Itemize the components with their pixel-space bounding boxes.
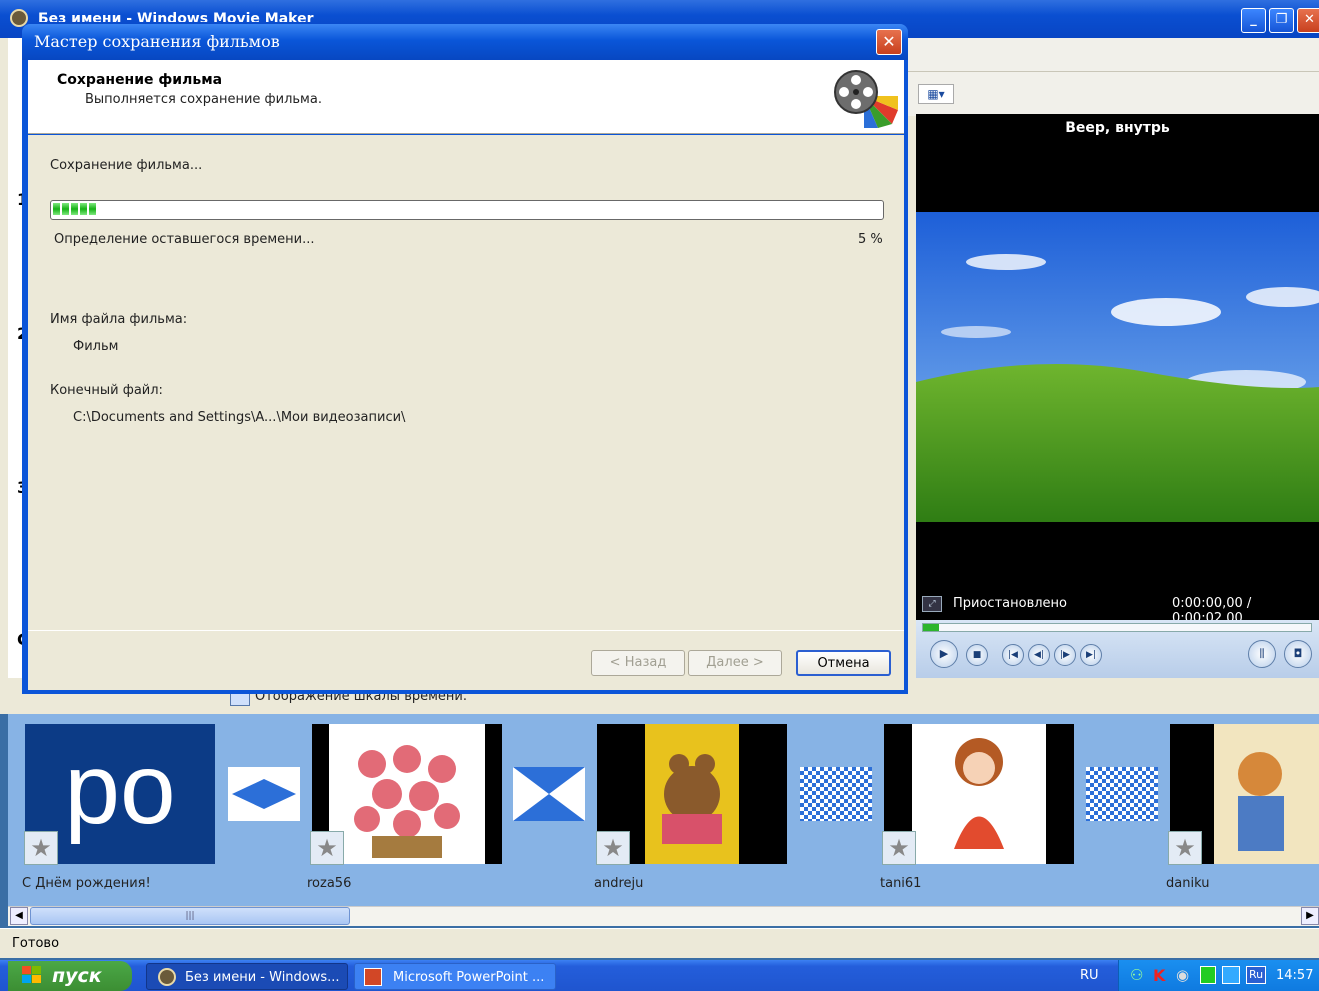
step-forward-icon[interactable]: |▶	[1054, 644, 1076, 666]
speaker-icon[interactable]: ◉	[1176, 966, 1189, 984]
preview-image	[916, 212, 1319, 522]
moviemaker-icon	[158, 968, 176, 986]
clip-label-4: tani61	[880, 876, 922, 891]
film-reel-icon	[834, 66, 900, 132]
progress-segment	[71, 203, 78, 215]
destination-label: Конечный файл:	[50, 383, 163, 398]
antivirus-icon[interactable]: K	[1153, 966, 1165, 985]
progress-percent: 5 %	[858, 232, 883, 247]
playback-status: Приостановлено	[953, 596, 1067, 611]
transition-thumbnail-4[interactable]	[1086, 767, 1158, 821]
clip-label-2: roza56	[307, 876, 352, 891]
step-back-icon[interactable]: ◀|	[1028, 644, 1050, 666]
back-button[interactable]: < Назад	[591, 650, 685, 676]
scroll-right-icon[interactable]: ▶	[1301, 907, 1319, 925]
transition-thumbnail-1[interactable]	[228, 767, 300, 821]
stop-icon[interactable]: ■	[966, 644, 988, 666]
dialog-subheading: Выполняется сохранение фильма.	[85, 92, 322, 107]
monitor-icon[interactable]	[1222, 966, 1240, 984]
minimize-button[interactable]: _	[1241, 8, 1266, 33]
dialog-close-button[interactable]: ✕	[876, 29, 902, 55]
fullscreen-icon[interactable]: ⤢	[922, 596, 942, 612]
status-text: Готово	[12, 936, 60, 951]
main-close-button[interactable]: ✕	[1297, 8, 1319, 33]
menu-bar	[908, 38, 1319, 72]
effect-star-icon[interactable]: ★	[1168, 831, 1202, 865]
clip-label-5: daniku	[1166, 876, 1210, 891]
destination-value: C:\Documents and Settings\A...\Мои видео…	[73, 410, 406, 425]
split-clip-icon[interactable]: ⫼	[1248, 640, 1276, 668]
scrollbar-thumb[interactable]: |||	[30, 907, 350, 925]
seek-bar[interactable]	[922, 623, 1312, 632]
view-options-icon[interactable]: ▦▾	[918, 84, 954, 104]
snapshot-icon[interactable]: ◘	[1284, 640, 1312, 668]
next-button[interactable]: Далее >	[688, 650, 782, 676]
filename-label: Имя файла фильма:	[50, 312, 188, 327]
taskbar-button-powerpoint[interactable]: Microsoft PowerPoint ...	[354, 963, 556, 990]
transition-thumbnail-2[interactable]	[513, 767, 585, 821]
battery-icon[interactable]	[1200, 966, 1216, 984]
remaining-time-text: Определение оставшегося времени...	[54, 232, 315, 247]
progress-bar-fill	[53, 203, 881, 215]
progress-segment	[80, 203, 87, 215]
effect-star-icon[interactable]: ★	[24, 831, 58, 865]
effect-star-icon[interactable]: ★	[596, 831, 630, 865]
status-bar	[0, 928, 1319, 958]
filename-value: Фильм	[73, 339, 119, 354]
progress-segment	[62, 203, 69, 215]
restore-button[interactable]: ❐	[1269, 8, 1294, 33]
effect-star-icon[interactable]: ★	[310, 831, 344, 865]
transition-thumbnail-3[interactable]	[800, 767, 872, 821]
powerpoint-icon	[364, 968, 382, 986]
seek-bar-fill	[923, 624, 939, 631]
main-window-title: Без имени - Windows Movie Maker	[38, 11, 314, 22]
collections-toolbar	[908, 72, 1319, 116]
progress-bar	[50, 200, 884, 220]
progress-segment	[53, 203, 60, 215]
effect-star-icon[interactable]: ★	[882, 831, 916, 865]
taskbar-button-moviemaker[interactable]: Без имени - Windows...	[146, 963, 348, 990]
clip-label-1: С Днём рождения!	[22, 876, 151, 891]
tray-language-icon[interactable]: Ru	[1246, 966, 1266, 984]
clock: 14:57	[1276, 968, 1314, 983]
dialog-separator	[28, 630, 904, 631]
preview-title: Веер, внутрь	[1065, 120, 1170, 136]
play-icon[interactable]: ▶	[930, 640, 958, 668]
windows-flag-icon	[22, 966, 42, 984]
network-icon[interactable]: ⚇	[1130, 966, 1143, 984]
previous-frame-icon[interactable]: |◀	[1002, 644, 1024, 666]
dialog-title: Мастер сохранения фильмов	[34, 32, 280, 51]
progress-segment	[89, 203, 96, 215]
cancel-button[interactable]: Отмена	[796, 650, 891, 676]
dialog-heading: Сохранение фильма	[57, 72, 223, 88]
scroll-left-icon[interactable]: ◀	[10, 907, 28, 925]
language-indicator[interactable]: RU	[1080, 968, 1099, 983]
next-frame-icon[interactable]: ▶|	[1080, 644, 1102, 666]
clip-label-3: andreju	[594, 876, 644, 891]
saving-status: Сохранение фильма...	[50, 158, 203, 173]
